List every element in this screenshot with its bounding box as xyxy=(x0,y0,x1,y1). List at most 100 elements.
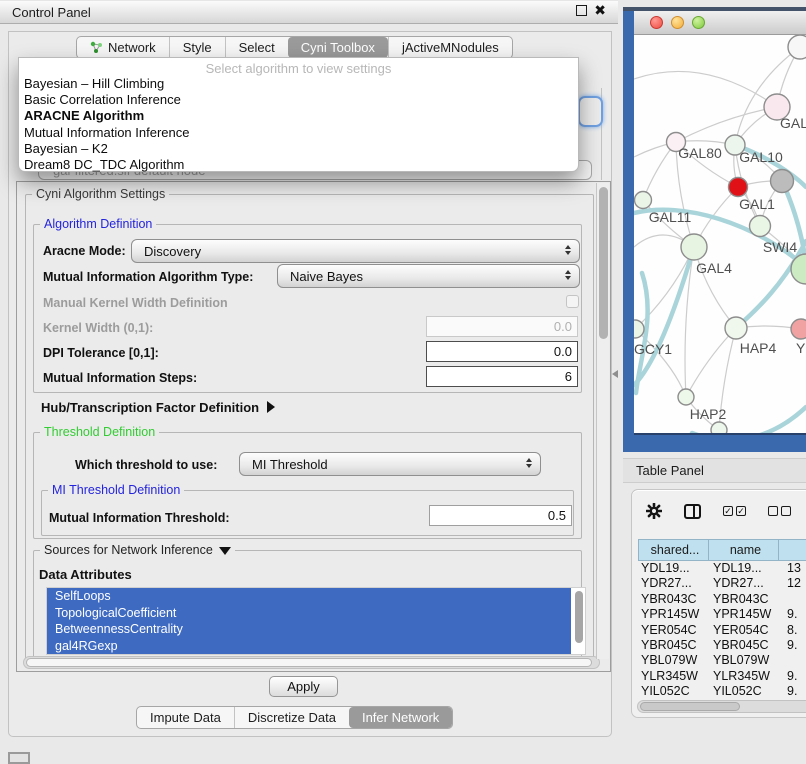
tab-impute-data[interactable]: Impute Data xyxy=(137,707,234,728)
kernel-width-field[interactable]: 0.0 xyxy=(426,316,578,337)
data-attributes-list: SelfLoopsTopologicalCoefficientBetweenne… xyxy=(46,587,586,655)
algorithm-option[interactable]: Bayesian – K2 xyxy=(19,141,578,157)
select-all-columns-icon[interactable]: ✓ ✓ xyxy=(723,506,746,516)
table-row[interactable]: YLR345WYLR345W9. xyxy=(638,669,806,684)
column-header[interactable] xyxy=(779,539,806,561)
algorithm-option[interactable]: Basic Correlation Inference xyxy=(19,92,578,108)
node-label: GAL1 xyxy=(739,196,775,212)
mi-algorithm-type-combo[interactable]: Naive Bayes xyxy=(277,264,580,288)
which-threshold-value: MI Threshold xyxy=(252,457,328,472)
tab-label: Discretize Data xyxy=(248,710,336,725)
algorithm-combo-focused-button[interactable] xyxy=(578,96,603,127)
column-header[interactable]: name xyxy=(709,539,779,561)
tab-select[interactable]: Select xyxy=(225,37,288,58)
settings-horizontal-scrollbar[interactable] xyxy=(23,656,600,669)
settings-vertical-scrollbar[interactable] xyxy=(596,183,609,659)
data-attribute-item[interactable]: SelfLoops xyxy=(47,588,571,605)
network-canvas[interactable]: GALGAL80GAL10GAL1GAL11GAL4SWI4GCY1HAP4YH… xyxy=(634,35,806,433)
network-node[interactable] xyxy=(750,216,771,237)
table-hscroll-thumb[interactable] xyxy=(640,702,740,711)
cyni-algorithm-settings-title: Cyni Algorithm Settings xyxy=(32,187,169,201)
tab-infer-network[interactable]: Infer Network xyxy=(349,707,452,728)
data-attribute-item[interactable]: gal4RGexp xyxy=(47,638,571,655)
tab-jactivemnodules[interactable]: jActiveMNodules xyxy=(388,37,512,58)
tab-network[interactable]: Network xyxy=(77,37,169,58)
table-cell: YBL079W xyxy=(638,653,709,668)
aracne-mode-combo[interactable]: Discovery xyxy=(131,239,580,263)
algorithm-option[interactable]: Bayesian – Hill Climbing xyxy=(19,76,578,92)
hub-definition-toggle[interactable]: Hub/Transcription Factor Definition xyxy=(41,400,275,415)
table-row[interactable]: YPR145WYPR145W9. xyxy=(638,607,806,622)
algorithm-option[interactable]: Dream8 DC_TDC Algorithm xyxy=(19,157,578,173)
table-cell: 12 xyxy=(779,576,806,591)
network-node[interactable] xyxy=(711,422,727,433)
mi-steps-label: Mutual Information Steps: xyxy=(43,371,197,385)
manual-kernel-width-checkbox[interactable] xyxy=(566,295,579,308)
data-attribute-item[interactable]: TopologicalCoefficient xyxy=(47,605,571,622)
minimize-traffic-light[interactable] xyxy=(671,16,684,29)
network-node[interactable] xyxy=(681,234,707,260)
algorithm-option[interactable]: ARACNE Algorithm xyxy=(19,108,578,124)
table-cell: YER054C xyxy=(709,623,779,638)
panel-collapse-arrow-icon[interactable] xyxy=(612,370,618,378)
hscroll-thumb[interactable] xyxy=(26,658,592,667)
node-label: HAP4 xyxy=(740,340,777,356)
table-row[interactable]: YDR27...YDR27...12 xyxy=(638,576,806,591)
bottom-left-grip[interactable] xyxy=(8,752,30,764)
mi-threshold-field[interactable]: 0.5 xyxy=(429,505,572,526)
table-row[interactable]: YBR045CYBR045C9. xyxy=(638,638,806,653)
table-cell: YBR043C xyxy=(638,592,709,607)
algorithm-dropdown-list: Bayesian – Hill ClimbingBasic Correlatio… xyxy=(19,76,578,173)
mi-threshold-label: Mutual Information Threshold: xyxy=(49,511,230,525)
mi-steps-field[interactable]: 6 xyxy=(426,366,578,387)
combo-spinner-icon xyxy=(565,245,571,255)
tab-label: Cyni Toolbox xyxy=(301,40,375,55)
table-cell: YDR27... xyxy=(709,576,779,591)
combo-spinner-icon xyxy=(526,458,532,468)
list-scrollbar-thumb[interactable] xyxy=(575,591,583,643)
table-row[interactable]: YIL052CYIL052C9. xyxy=(638,684,806,699)
tab-label: Network xyxy=(108,40,156,55)
algorithm-option[interactable]: Mutual Information Inference xyxy=(19,125,578,141)
table-row[interactable]: YBR043CYBR043C xyxy=(638,592,806,607)
tab-discretize-data[interactable]: Discretize Data xyxy=(234,707,349,728)
table-cell: YLR345W xyxy=(638,669,709,684)
table-cell: YBL079W xyxy=(709,653,779,668)
column-header[interactable]: shared... xyxy=(638,539,709,561)
table-row[interactable]: YBL079WYBL079W xyxy=(638,653,806,668)
tab-style[interactable]: Style xyxy=(169,37,225,58)
network-node[interactable] xyxy=(788,35,806,59)
table-horizontal-scrollbar[interactable] xyxy=(637,700,806,713)
table-cell: YDR27... xyxy=(638,576,709,591)
show-columns-icon[interactable] xyxy=(684,504,701,519)
float-window-icon[interactable] xyxy=(576,5,587,16)
network-node[interactable] xyxy=(771,170,794,193)
dpi-tolerance-field[interactable]: 0.0 xyxy=(426,341,578,362)
network-node[interactable] xyxy=(678,389,694,405)
table-cell: 9. xyxy=(779,638,806,653)
which-threshold-combo[interactable]: MI Threshold xyxy=(239,452,541,476)
network-node[interactable] xyxy=(791,319,806,339)
close-traffic-light[interactable] xyxy=(650,16,663,29)
data-attribute-item[interactable]: BetweennessCentrality xyxy=(47,621,571,638)
network-node[interactable] xyxy=(729,178,748,197)
tab-cyni-toolbox[interactable]: Cyni Toolbox xyxy=(288,37,388,58)
vscroll-thumb[interactable] xyxy=(599,187,608,339)
network-node[interactable] xyxy=(635,192,652,209)
apply-button[interactable]: Apply xyxy=(269,676,338,697)
close-icon[interactable]: ✖ xyxy=(594,5,606,16)
tab-label: jActiveMNodules xyxy=(402,40,499,55)
table-row[interactable]: YDL19...YDL19...13 xyxy=(638,561,806,576)
gear-icon[interactable] xyxy=(646,503,662,519)
network-window-titlebar[interactable] xyxy=(634,11,806,35)
tab-label: Style xyxy=(183,40,212,55)
sources-title[interactable]: Sources for Network Inference xyxy=(40,543,235,557)
table-cell: YBR045C xyxy=(638,638,709,653)
table-row[interactable]: YER054CYER054C8. xyxy=(638,623,806,638)
table-cell xyxy=(779,653,806,668)
network-node[interactable] xyxy=(725,317,747,339)
node-table: shared...name YDL19...YDL19...13YDR27...… xyxy=(638,539,806,700)
deselect-all-columns-icon[interactable] xyxy=(768,506,791,516)
node-label: GAL10 xyxy=(739,149,783,165)
zoom-traffic-light[interactable] xyxy=(692,16,705,29)
